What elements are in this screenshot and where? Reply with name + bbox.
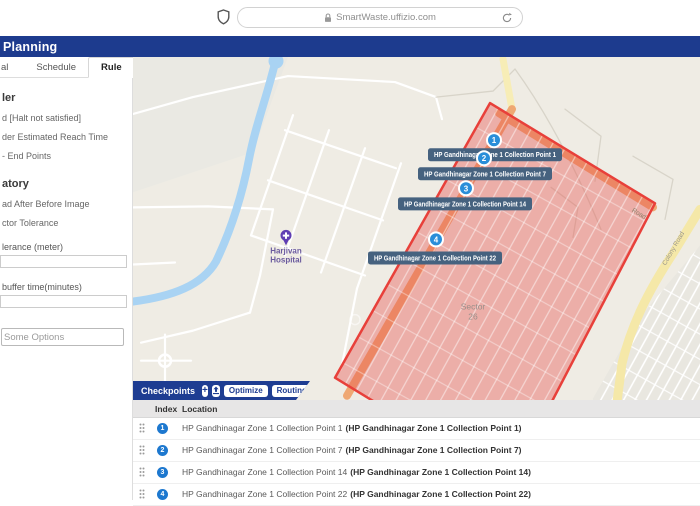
marker-tooltip-1: HP Gandhinagar Zone 1 Collection Point 1 — [428, 148, 562, 161]
drag-handle-icon[interactable] — [139, 467, 145, 477]
shield-icon[interactable] — [217, 9, 230, 25]
sidebar-option-end-points[interactable]: - End Points — [2, 151, 128, 161]
marker-tooltip-4: HP Gandhinagar Zone 1 Collection Point 2… — [368, 251, 502, 264]
tolerance-meter-label: lerance (meter) — [2, 242, 128, 252]
sidebar-option-halt[interactable]: d [Halt not satisfied] — [2, 113, 128, 123]
svg-text:Harjivan: Harjivan — [270, 246, 302, 255]
svg-text:Sector: Sector — [461, 302, 486, 312]
checkpoints-table: Index Location 1 HP Gandhinagar Zone 1 C… — [133, 400, 700, 500]
tab-general[interactable]: al — [0, 58, 14, 77]
browser-chrome: SmartWaste.uffizio.com — [0, 0, 700, 37]
upload-checkpoints-button[interactable] — [212, 385, 220, 397]
index-badge: 4 — [157, 489, 168, 500]
app-header: Planning — [0, 36, 700, 57]
location-text: HP Gandhinagar Zone 1 Collection Point 2… — [182, 484, 531, 505]
svg-text:HP Gandhinagar Zone 1 Collecti: HP Gandhinagar Zone 1 Collection Point 1… — [404, 199, 527, 208]
index-badge: 2 — [157, 445, 168, 456]
svg-text:3: 3 — [464, 184, 469, 193]
checkpoint-row-4[interactable]: 4 HP Gandhinagar Zone 1 Collection Point… — [133, 484, 700, 506]
svg-text:HP Gandhinagar Zone 1 Collecti: HP Gandhinagar Zone 1 Collection Point 1 — [434, 150, 556, 159]
sidebar-section-heading: ler — [2, 92, 128, 104]
map-marker-4[interactable]: 4 — [429, 232, 443, 246]
page-title: Planning — [3, 40, 57, 54]
tab-rule[interactable]: Rule — [88, 57, 135, 78]
optimize-button[interactable]: Optimize — [224, 385, 268, 397]
sidebar-option-before-image[interactable]: ad After Before Image — [2, 199, 128, 209]
buffer-time-label: buffer time(minutes) — [2, 282, 128, 292]
address-bar[interactable]: SmartWaste.uffizio.com — [237, 7, 523, 28]
checkpoint-row-2[interactable]: 2 HP Gandhinagar Zone 1 Collection Point… — [133, 440, 700, 462]
svg-text:26: 26 — [468, 312, 478, 322]
tab-schedule[interactable]: Schedule — [36, 58, 82, 77]
svg-text:HP Gandhinagar Zone 1 Collecti: HP Gandhinagar Zone 1 Collection Point 2… — [374, 253, 496, 262]
svg-text:Hospital: Hospital — [270, 255, 302, 264]
column-header-location: Location — [182, 404, 217, 414]
location-text: HP Gandhinagar Zone 1 Collection Point 1… — [182, 462, 531, 483]
options-select[interactable]: Some Options — [1, 328, 124, 346]
checkpoint-row-3[interactable]: 3 HP Gandhinagar Zone 1 Collection Point… — [133, 462, 700, 484]
map-marker-1[interactable]: 1 — [487, 133, 501, 147]
marker-tooltip-3: HP Gandhinagar Zone 1 Collection Point 1… — [398, 197, 532, 210]
checkpoints-title: Checkpoints — [141, 386, 195, 396]
add-checkpoint-button[interactable]: + — [202, 385, 208, 397]
checkpoints-tab: Checkpoints + Optimize Routing — [133, 381, 310, 400]
map-marker-3[interactable]: 3 — [459, 181, 473, 195]
url-text: SmartWaste.uffizio.com — [336, 12, 436, 23]
location-text: HP Gandhinagar Zone 1 Collection Point 7… — [182, 440, 522, 461]
options-select-placeholder: Some Options — [4, 332, 64, 343]
svg-text:2: 2 — [482, 154, 487, 163]
index-badge: 3 — [157, 467, 168, 478]
checkpoints-table-header: Index Location — [133, 400, 700, 418]
checkpoint-row-1[interactable]: 1 HP Gandhinagar Zone 1 Collection Point… — [133, 418, 700, 440]
tolerance-meter-input[interactable] — [0, 255, 127, 268]
marker-tooltip-2: HP Gandhinagar Zone 1 Collection Point 7 — [418, 167, 552, 180]
svg-text:4: 4 — [434, 235, 439, 244]
location-text: HP Gandhinagar Zone 1 Collection Point 1… — [182, 418, 522, 439]
upload-icon — [212, 386, 220, 395]
sidebar-tabbar: al Schedule Rule — [0, 57, 132, 78]
refresh-icon[interactable] — [501, 12, 513, 24]
map-marker-2[interactable]: 2 — [477, 151, 491, 165]
sidebar: al Schedule Rule ler d [Halt not satisfi… — [0, 57, 133, 500]
svg-text:HP Gandhinagar Zone 1 Collecti: HP Gandhinagar Zone 1 Collection Point 7 — [424, 169, 546, 178]
column-header-index: Index — [155, 404, 177, 414]
sidebar-option-sector-tolerance[interactable]: ctor Tolerance — [2, 218, 128, 228]
lock-icon — [324, 13, 332, 23]
drag-handle-icon[interactable] — [139, 489, 145, 499]
sidebar-option-reach-time[interactable]: der Estimated Reach Time — [2, 132, 128, 142]
index-badge: 1 — [157, 423, 168, 434]
drag-handle-icon[interactable] — [139, 423, 145, 433]
sidebar-section-heading-mandatory: atory — [2, 178, 128, 190]
drag-handle-icon[interactable] — [139, 445, 145, 455]
buffer-time-input[interactable] — [0, 295, 127, 308]
svg-text:1: 1 — [492, 136, 497, 145]
